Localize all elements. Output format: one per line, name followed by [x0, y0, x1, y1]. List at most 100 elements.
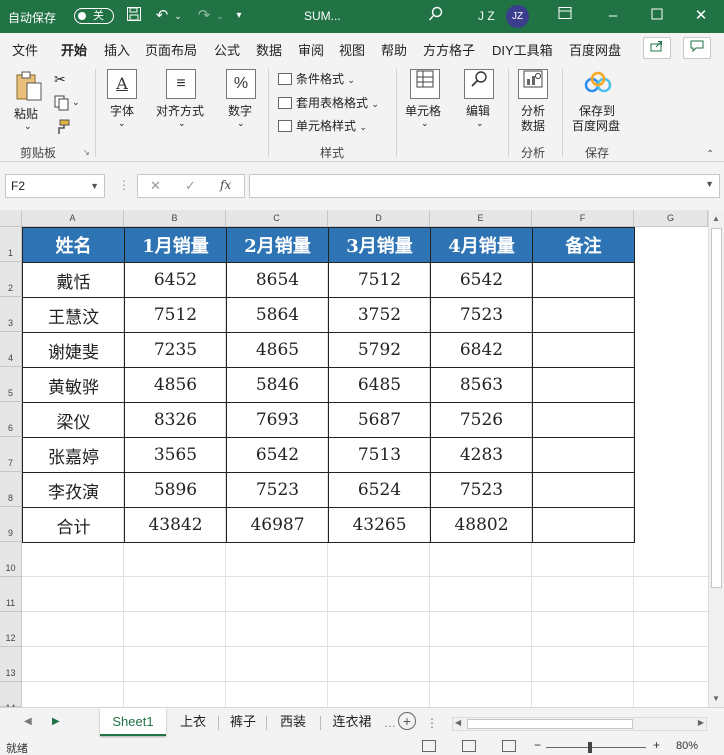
- tab-data[interactable]: 数据: [256, 40, 282, 59]
- sheet-tab-sheet1[interactable]: Sheet1: [100, 708, 166, 736]
- scroll-up-icon[interactable]: ▲: [712, 214, 720, 223]
- undo-dropdown-icon[interactable]: ⌄: [172, 6, 184, 26]
- table-cell[interactable]: 戴恬: [22, 262, 125, 298]
- next-sheet-icon[interactable]: ▶: [52, 716, 60, 727]
- row-header[interactable]: 10: [0, 542, 22, 577]
- cell-style-button[interactable]: 单元格样式 ⌄: [278, 117, 367, 134]
- share-button[interactable]: [643, 37, 671, 59]
- cells-button[interactable]: 单元格 ⌄: [402, 69, 448, 133]
- row-header[interactable]: 8: [0, 472, 22, 507]
- tab-insert[interactable]: 插入: [104, 40, 130, 59]
- column-header-a[interactable]: A: [22, 210, 124, 227]
- clipboard-launcher-icon[interactable]: ↘: [83, 148, 90, 157]
- table-cell[interactable]: 43842: [124, 507, 227, 543]
- header-cell[interactable]: 4月销量: [430, 227, 533, 263]
- row-header[interactable]: 2: [0, 262, 22, 297]
- paste-button[interactable]: 粘贴 ⌄: [12, 71, 46, 131]
- table-cell[interactable]: [532, 367, 635, 403]
- column-header-e[interactable]: E: [430, 210, 532, 227]
- vertical-scroll-thumb[interactable]: [711, 228, 722, 588]
- table-cell[interactable]: 谢婕斐: [22, 332, 125, 368]
- analyze-data-button[interactable]: 分析 数据: [514, 69, 554, 133]
- header-cell[interactable]: 姓名: [22, 227, 125, 263]
- table-cell[interactable]: 6485: [328, 367, 431, 403]
- splitter-grip-icon[interactable]: ⋮: [426, 716, 438, 730]
- row-header[interactable]: 13: [0, 647, 22, 682]
- copy-icon[interactable]: [54, 95, 70, 114]
- table-cell[interactable]: 7512: [124, 297, 227, 333]
- column-header-g[interactable]: G: [634, 210, 708, 227]
- table-cell[interactable]: [532, 437, 635, 473]
- table-cell[interactable]: 黄敏骅: [22, 367, 125, 403]
- column-header-c[interactable]: C: [226, 210, 328, 227]
- table-cell[interactable]: 4865: [226, 332, 329, 368]
- table-cell[interactable]: 7523: [430, 472, 533, 508]
- column-header-b[interactable]: B: [124, 210, 226, 227]
- table-cell[interactable]: 6542: [226, 437, 329, 473]
- column-header-d[interactable]: D: [328, 210, 430, 227]
- table-cell[interactable]: 7513: [328, 437, 431, 473]
- prev-sheet-icon[interactable]: ◀: [24, 716, 32, 727]
- table-cell[interactable]: 46987: [226, 507, 329, 543]
- row-header[interactable]: 14: [0, 682, 22, 713]
- cut-icon[interactable]: ✂: [54, 71, 66, 88]
- maximize-icon[interactable]: [648, 6, 666, 26]
- zoom-slider[interactable]: [546, 747, 646, 748]
- row-header[interactable]: 3: [0, 297, 22, 332]
- table-cell[interactable]: 5846: [226, 367, 329, 403]
- redo-dropdown-icon[interactable]: ⌄: [214, 6, 226, 26]
- comments-button[interactable]: [683, 37, 711, 59]
- insert-function-button[interactable]: fx: [220, 178, 231, 192]
- select-all-corner[interactable]: [0, 210, 22, 227]
- enter-icon[interactable]: ✓: [185, 178, 196, 194]
- table-cell[interactable]: [532, 262, 635, 298]
- table-cell[interactable]: 7512: [328, 262, 431, 298]
- autosave-toggle[interactable]: 关: [74, 8, 114, 24]
- header-cell[interactable]: 3月销量: [328, 227, 431, 263]
- table-cell[interactable]: 7693: [226, 402, 329, 438]
- tab-view[interactable]: 视图: [339, 40, 365, 59]
- tab-fangfang[interactable]: 方方格子: [423, 40, 475, 59]
- more-sheets-icon[interactable]: …: [384, 716, 396, 730]
- table-cell[interactable]: [532, 472, 635, 508]
- customize-qat-icon[interactable]: ▾: [232, 6, 246, 26]
- sheet-tab-tops[interactable]: 上衣: [170, 708, 216, 736]
- table-cell[interactable]: [532, 402, 635, 438]
- header-cell[interactable]: 备注: [532, 227, 635, 263]
- row-header[interactable]: 12: [0, 612, 22, 647]
- table-cell[interactable]: 7526: [430, 402, 533, 438]
- row-header[interactable]: 7: [0, 437, 22, 472]
- tab-home[interactable]: 开始: [61, 40, 88, 66]
- table-cell[interactable]: 7235: [124, 332, 227, 368]
- tab-help[interactable]: 帮助: [381, 40, 407, 59]
- normal-view-icon[interactable]: [422, 740, 436, 752]
- sheet-tab-suits[interactable]: 西装: [270, 708, 316, 736]
- table-cell[interactable]: 43265: [328, 507, 431, 543]
- horizontal-scrollbar[interactable]: ◀ ▶: [452, 717, 707, 731]
- tab-diy-toolbox[interactable]: DIY工具箱: [492, 40, 553, 59]
- undo-icon[interactable]: ↶: [152, 6, 172, 26]
- table-cell[interactable]: 5687: [328, 402, 431, 438]
- table-format-button[interactable]: 套用表格格式 ⌄: [278, 94, 379, 111]
- number-button[interactable]: % 数字 ⌄: [224, 69, 260, 133]
- save-to-baidu-button[interactable]: 保存到 百度网盘: [570, 69, 626, 133]
- sheet-tab-dresses[interactable]: 连衣裙: [324, 708, 380, 736]
- table-cell[interactable]: 5864: [226, 297, 329, 333]
- table-cell[interactable]: 张嘉婷: [22, 437, 125, 473]
- table-cell[interactable]: [532, 297, 635, 333]
- row-header[interactable]: 6: [0, 402, 22, 437]
- table-cell[interactable]: 8654: [226, 262, 329, 298]
- table-cell[interactable]: 4283: [430, 437, 533, 473]
- format-painter-icon[interactable]: [54, 119, 70, 138]
- table-cell[interactable]: 合计: [22, 507, 125, 543]
- table-cell[interactable]: 6542: [430, 262, 533, 298]
- name-box[interactable]: F2 ▼: [5, 174, 105, 198]
- ribbon-display-icon[interactable]: [556, 6, 574, 26]
- save-icon[interactable]: [124, 6, 144, 26]
- row-header[interactable]: 1: [0, 227, 22, 262]
- table-cell[interactable]: 5896: [124, 472, 227, 508]
- page-break-view-icon[interactable]: [502, 740, 516, 752]
- row-header[interactable]: 5: [0, 367, 22, 402]
- tab-baidu-netdisk[interactable]: 百度网盘: [569, 40, 621, 59]
- table-cell[interactable]: 8326: [124, 402, 227, 438]
